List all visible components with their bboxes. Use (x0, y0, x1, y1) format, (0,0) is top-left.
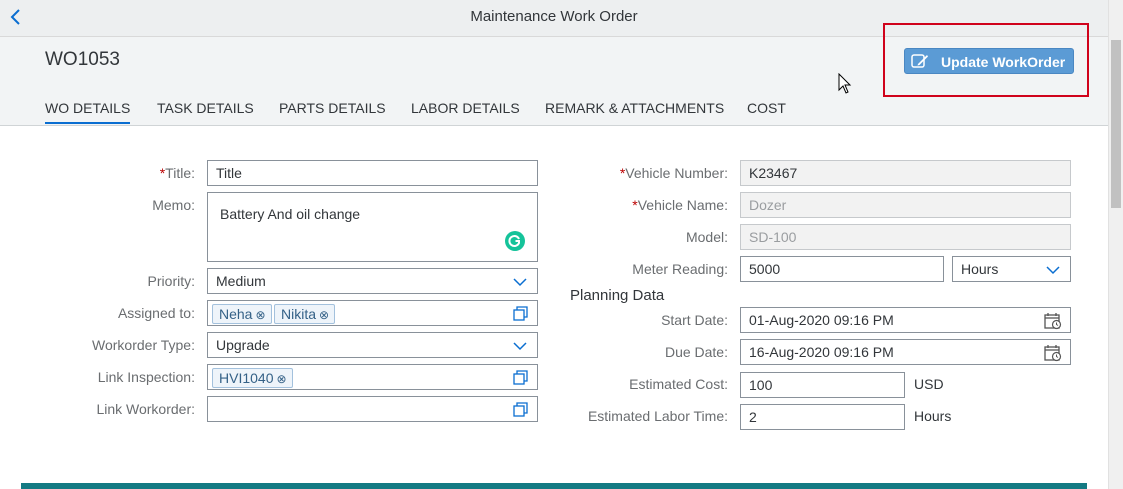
vehicle-name-label: *Vehicle Name: (632, 197, 728, 213)
vehicle-name-field: Dozer (740, 192, 1071, 218)
chevron-down-icon (1046, 266, 1060, 275)
token-hvi1040[interactable]: HVI1040 ⊗ (212, 368, 293, 388)
mouse-cursor-icon (838, 73, 852, 94)
tab-wo-details[interactable]: WO DETAILS (45, 100, 131, 124)
due-date-label: Due Date: (664, 344, 728, 360)
link-workorder-label: Link Workorder: (96, 401, 195, 417)
due-date-picker[interactable]: 16-Aug-2020 09:16 PM (740, 339, 1071, 365)
priority-select[interactable]: Medium (207, 268, 538, 294)
vehicle-number-label: *Vehicle Number: (619, 165, 728, 181)
workorder-type-select[interactable]: Upgrade (207, 332, 538, 358)
estimated-labor-time-label: Estimated Labor Time: (587, 408, 728, 424)
link-workorder-input[interactable] (207, 396, 538, 422)
priority-label: Priority: (147, 273, 195, 289)
planning-data-title: Planning Data (570, 287, 665, 304)
link-inspection-multiinput[interactable]: HVI1040 ⊗ (207, 364, 538, 390)
chevron-down-icon (513, 342, 527, 351)
value-help-icon[interactable] (513, 306, 528, 321)
assigned-to-multiinput[interactable]: Neha ⊗ Nikita ⊗ (207, 300, 538, 326)
estimated-cost-label: Estimated Cost: (629, 376, 728, 392)
token-nikita[interactable]: Nikita ⊗ (274, 304, 336, 324)
token-neha[interactable]: Neha ⊗ (212, 304, 272, 324)
estimated-cost-input[interactable]: 100 (740, 372, 905, 398)
title-label: *Title: (159, 165, 195, 181)
meter-unit-select[interactable]: Hours (952, 256, 1071, 282)
value-help-icon[interactable] (513, 370, 528, 385)
calendar-icon[interactable] (1044, 312, 1062, 330)
model-field: SD-100 (740, 224, 1071, 250)
labor-time-unit: Hours (914, 408, 952, 424)
meter-reading-label: Meter Reading: (632, 261, 728, 277)
remove-token-icon[interactable]: ⊗ (276, 372, 286, 386)
title-input[interactable]: Title (207, 160, 538, 186)
tab-cost[interactable]: COST (747, 100, 786, 116)
start-date-picker[interactable]: 01-Aug-2020 09:16 PM (740, 307, 1071, 333)
currency-unit: USD (914, 376, 944, 392)
scrollbar-thumb[interactable] (1111, 40, 1121, 208)
meter-reading-input[interactable]: 5000 (740, 256, 944, 282)
tab-parts-details[interactable]: PARTS DETAILS (279, 100, 386, 116)
remove-token-icon[interactable]: ⊗ (255, 308, 265, 322)
value-help-icon[interactable] (513, 402, 528, 417)
memo-label: Memo: (152, 197, 195, 213)
chevron-down-icon (513, 278, 527, 287)
tab-remark-attachments[interactable]: REMARK & ATTACHMENTS (545, 100, 724, 116)
start-date-label: Start Date: (661, 312, 728, 328)
model-label: Model: (685, 229, 728, 245)
workorder-type-label: Workorder Type: (92, 337, 195, 353)
tab-task-details[interactable]: TASK DETAILS (157, 100, 254, 116)
memo-textarea[interactable]: Battery And oil change (207, 192, 538, 262)
tab-labor-details[interactable]: LABOR DETAILS (411, 100, 520, 116)
estimated-labor-time-input[interactable]: 2 (740, 404, 905, 430)
link-inspection-label: Link Inspection: (97, 369, 195, 385)
grammarly-icon[interactable] (505, 231, 525, 251)
remove-token-icon[interactable]: ⊗ (319, 308, 329, 322)
assigned-to-label: Assigned to: (117, 305, 195, 321)
highlight-box (883, 23, 1089, 97)
calendar-icon[interactable] (1044, 344, 1062, 362)
vehicle-number-field: K23467 (740, 160, 1071, 186)
footer-toolbar (21, 483, 1087, 489)
page-title: WO1053 (45, 49, 120, 70)
